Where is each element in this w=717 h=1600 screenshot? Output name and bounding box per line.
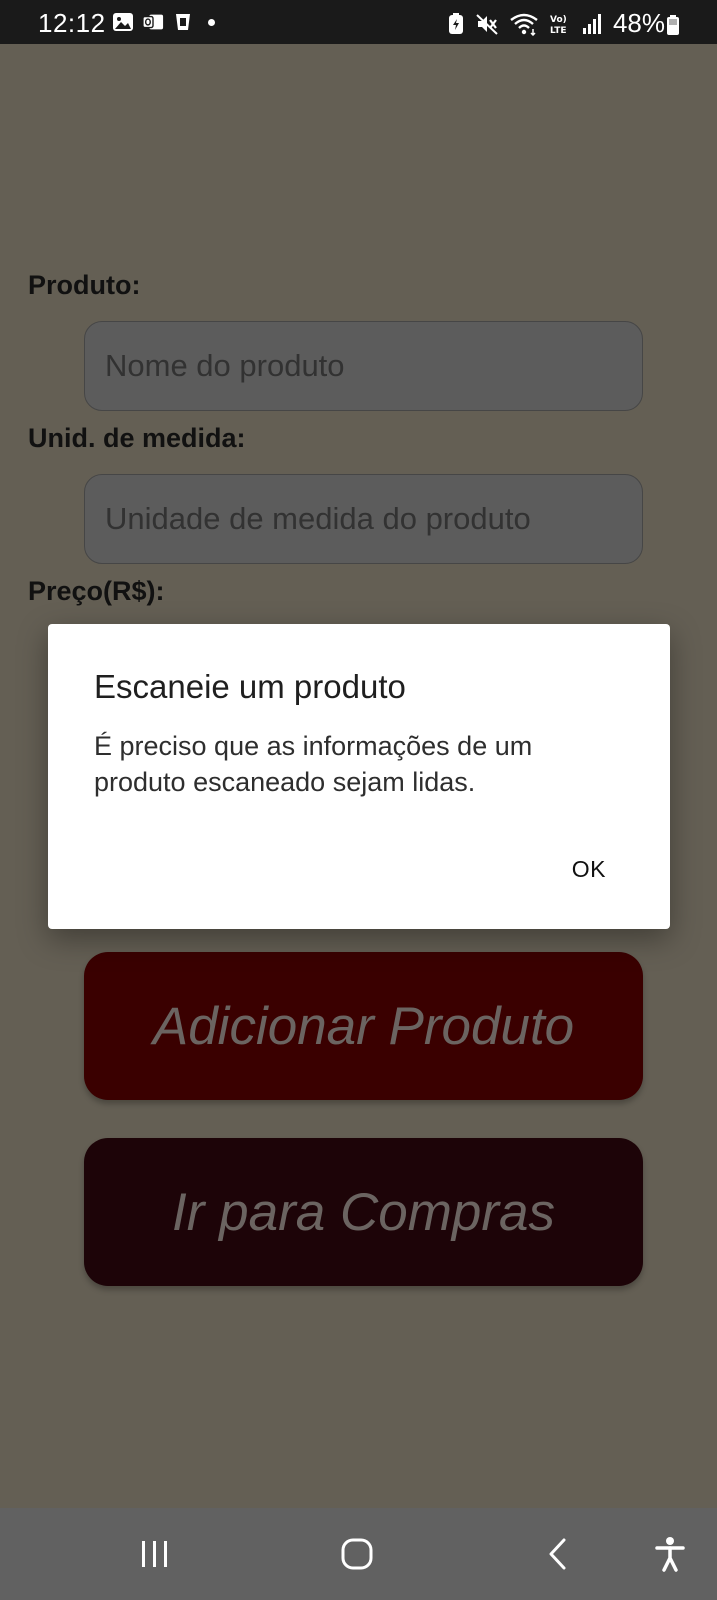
- dialog-title: Escaneie um produto: [94, 668, 406, 705]
- unit-label: Unid. de medida:: [28, 423, 246, 453]
- battery-saver-icon: [447, 12, 465, 36]
- notification-dot: [208, 18, 215, 26]
- go-to-purchases-button[interactable]: Ir para Compras: [84, 1138, 643, 1286]
- home-icon[interactable]: [340, 1534, 374, 1574]
- system-status-icons: Vo) LTE 48%: [447, 8, 665, 39]
- status-bar: 12:12 Vo) LTE 48%: [0, 0, 717, 44]
- dialog-ok-button[interactable]: OK: [572, 856, 606, 883]
- unit-input[interactable]: Unidade de medida do produto: [84, 474, 643, 564]
- battery-percentage: 48%: [612, 8, 665, 38]
- accessibility-icon[interactable]: [654, 1534, 686, 1574]
- unit-placeholder: Unidade de medida do produto: [105, 501, 531, 536]
- price-label: Preço(R$):: [28, 576, 165, 606]
- signal-icon: [581, 12, 603, 36]
- recents-icon[interactable]: [138, 1534, 172, 1574]
- svg-text:LTE: LTE: [550, 26, 567, 36]
- outlook-icon: [142, 12, 164, 32]
- notification-icons: [112, 12, 215, 32]
- battery-icon: [667, 15, 679, 35]
- dialog-message: É preciso que as informações de um produ…: [94, 731, 533, 797]
- wifi-icon: [509, 12, 539, 36]
- svg-text:Vo): Vo): [550, 15, 567, 25]
- product-name-input[interactable]: Nome do produto: [84, 321, 643, 411]
- mute-icon: [475, 12, 499, 36]
- navigation-bar: [0, 1508, 717, 1600]
- product-label: Produto:: [28, 270, 141, 300]
- gallery-icon: [112, 12, 134, 32]
- volte-icon: Vo) LTE: [549, 12, 571, 36]
- product-name-placeholder: Nome do produto: [105, 348, 345, 383]
- alert-dialog: Escaneie um produto É preciso que as inf…: [48, 624, 670, 929]
- status-time: 12:12: [38, 8, 106, 38]
- back-icon[interactable]: [546, 1534, 570, 1574]
- cup-icon: [172, 12, 194, 32]
- add-product-button[interactable]: Adicionar Produto: [84, 952, 643, 1100]
